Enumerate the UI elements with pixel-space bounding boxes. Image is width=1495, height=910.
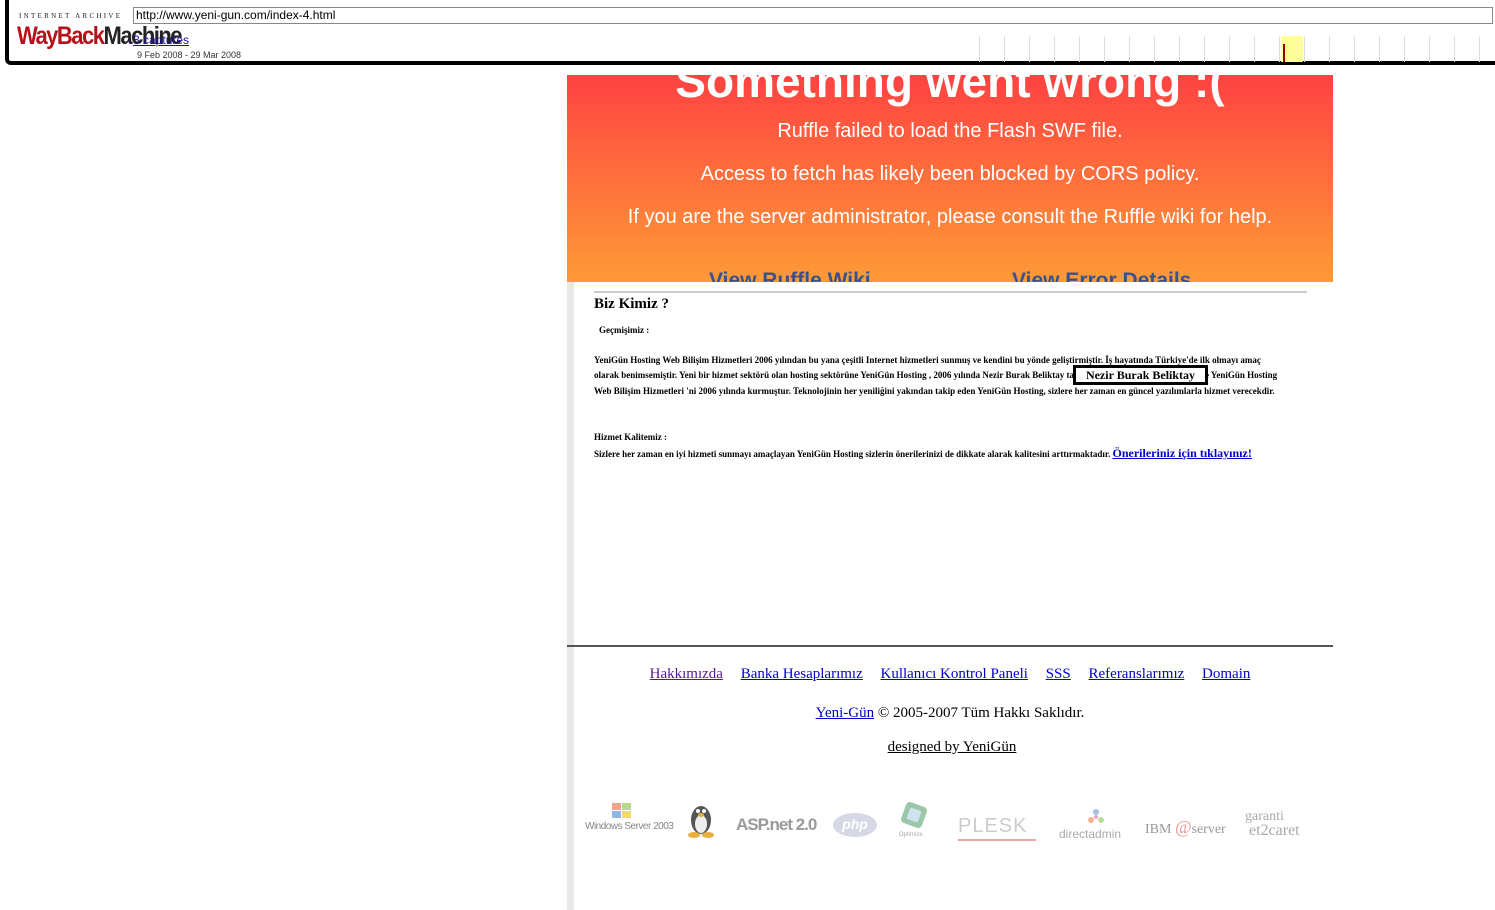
optimize-logo: Optimize — [897, 802, 933, 846]
view-ruffle-wiki-button[interactable]: View Ruffle Wiki — [709, 269, 871, 282]
directadmin-star-icon — [1088, 809, 1104, 823]
garanti-etcaret-logo: garanti et2caret — [1245, 809, 1300, 839]
url-input[interactable]: http://www.yeni-gun.com/index-4.html — [133, 7, 1493, 24]
footer-divider — [567, 645, 1333, 647]
timeline-capture-marker[interactable] — [1283, 44, 1285, 62]
ruffle-message-3: If you are the server administrator, ple… — [627, 206, 1273, 228]
directadmin-logo: directadmin — [1059, 808, 1134, 852]
copyright-line: Yeni-Gün © 2005-2007 Tüm Hakkı Saklıdır. — [815, 705, 1085, 721]
footer-link-faq[interactable]: SSS — [1046, 666, 1071, 682]
quality-paragraph: Sizlere her zaman en iyi hizmeti sunmayı… — [594, 446, 1252, 460]
founder-name-box: Nezir Burak Beliktay — [1073, 365, 1208, 385]
footer-link-domain[interactable]: Domain — [1202, 666, 1250, 682]
ruffle-error-panel: Something went wrong :( Ruffle failed to… — [567, 75, 1333, 282]
wayback-toolbar: INTERNET ARCHIVE WayBackMachine http://w… — [0, 0, 1495, 70]
page-title: Biz Kimiz ? — [594, 296, 669, 312]
designed-by[interactable]: designed by YeniGün — [567, 739, 1337, 756]
ibm-eserver-logo: IBM @server — [1145, 817, 1226, 837]
plesk-logo: PLESK — [958, 815, 1038, 859]
ibm-e-icon: @ — [1174, 817, 1192, 837]
captures-link[interactable]: 3 captures — [133, 33, 189, 47]
internet-archive-label: INTERNET ARCHIVE — [19, 12, 123, 20]
windows-server-logo: Windows Server 2003 — [585, 803, 674, 847]
optimize-icon — [901, 802, 927, 828]
php-logo: php — [833, 813, 877, 837]
tux-icon — [688, 806, 714, 838]
content-divider — [594, 291, 1307, 293]
capture-date-range: 9 Feb 2008 - 29 Mar 2008 — [137, 50, 242, 60]
ruffle-headline: Something went wrong :( — [675, 75, 1225, 107]
footer-link-references[interactable]: Referanslarımız — [1089, 666, 1185, 682]
footer-link-control-panel[interactable]: Kullanıcı Kontrol Paneli — [880, 666, 1027, 682]
aspnet-logo: ASP.net 2.0 — [736, 815, 817, 834]
footer-nav: Hakkımızda Banka Hesaplarımız Kullanıcı … — [567, 666, 1333, 683]
linux-logo — [686, 800, 716, 844]
quality-heading: Hizmet Kalitemiz : — [594, 432, 667, 442]
suggestions-link[interactable]: Önerileriniz için tıklayınız! — [1113, 446, 1252, 460]
copyright-link[interactable]: Yeni-Gün — [816, 705, 874, 721]
ruffle-message-1: Ruffle failed to load the Flash SWF file… — [777, 120, 1123, 142]
footer-link-bank-accounts[interactable]: Banka Hesaplarımız — [741, 666, 863, 682]
ruffle-message-2: Access to fetch has likely been blocked … — [700, 163, 1200, 185]
view-error-details-button[interactable]: View Error Details — [1012, 269, 1191, 282]
history-heading: Geçmişimiz : — [599, 325, 650, 335]
windows-flag-icon — [612, 803, 631, 818]
footer-link-about[interactable]: Hakkımızda — [650, 666, 723, 682]
capture-timeline[interactable] — [979, 36, 1485, 62]
